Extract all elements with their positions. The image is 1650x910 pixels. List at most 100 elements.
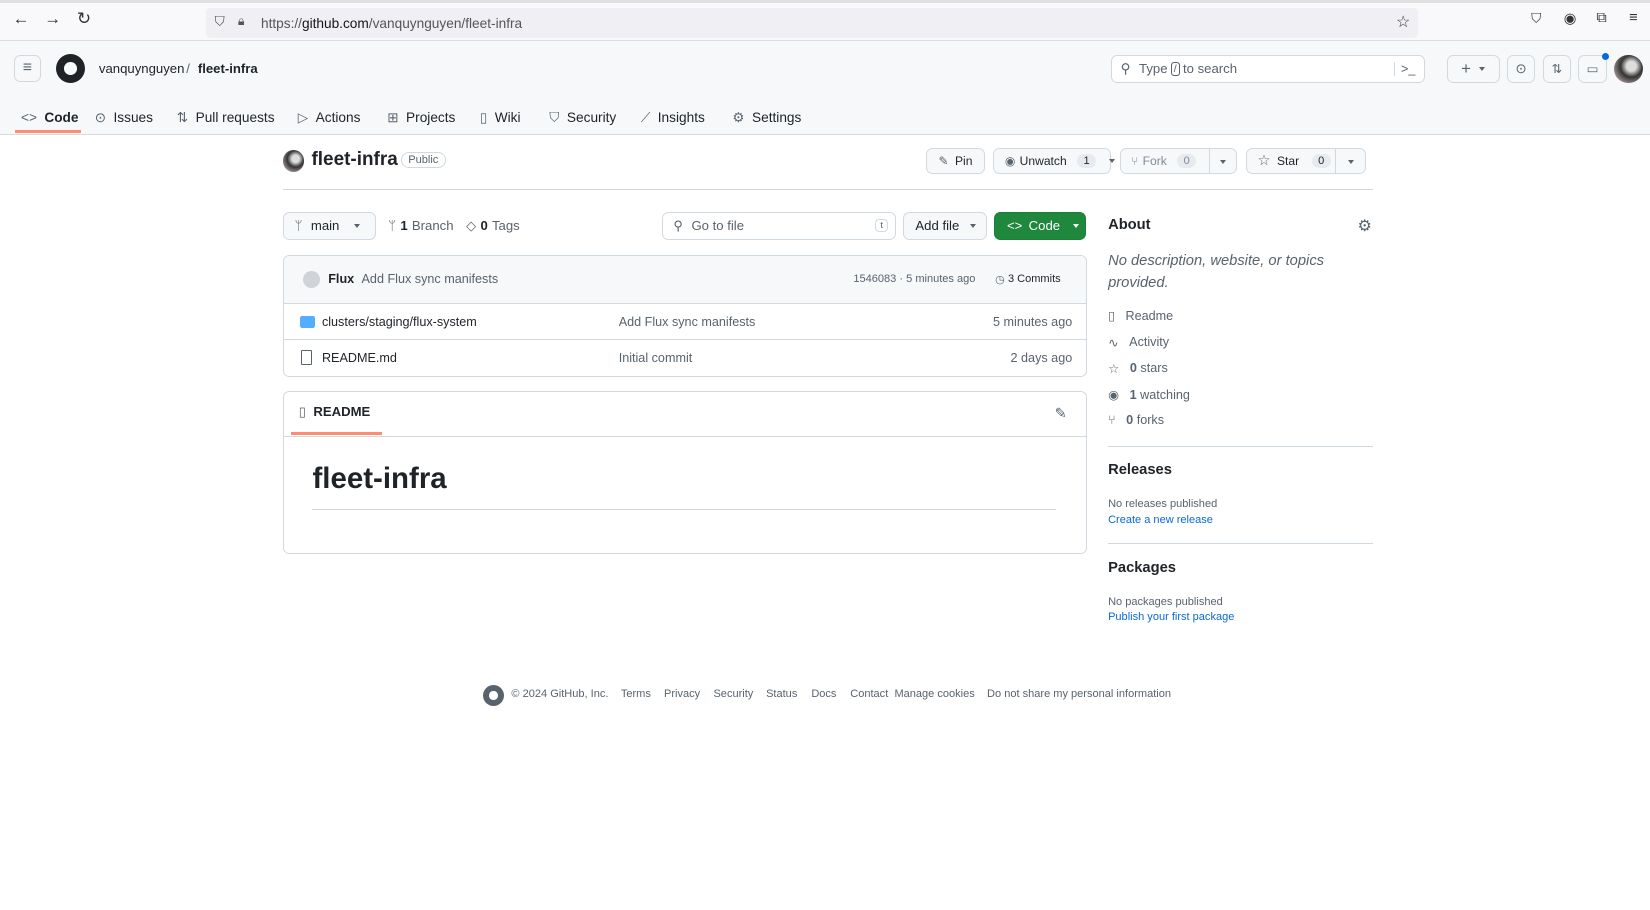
tag-count: 0 [480, 217, 488, 233]
caret-icon [1072, 223, 1079, 228]
github-logo-icon[interactable] [55, 53, 86, 84]
file-name[interactable]: clusters/staging/flux-system [322, 315, 477, 329]
back-icon[interactable]: ← [13, 9, 30, 29]
publish-package-link[interactable]: Publish your first package [1108, 611, 1234, 623]
gear-icon[interactable]: ⚙ [1357, 216, 1371, 236]
file-commit-message[interactable]: Initial commit [619, 351, 693, 365]
address-bar[interactable]: ⛉ 🔒︎ https://github.com/vanquynguyen/fle… [206, 8, 1419, 38]
history-icon: ◷ [995, 273, 1005, 286]
owner-avatar[interactable] [283, 150, 305, 172]
commit-sha-time[interactable]: 1546083 · 5 minutes ago [853, 273, 975, 285]
tab-projects[interactable]: ⊞ Projects [387, 102, 455, 134]
tab-label: Security [566, 110, 617, 126]
tab-security[interactable]: ⛉ Security [549, 102, 616, 134]
tab-insights[interactable]: ⟋ Insights [641, 102, 705, 134]
menu-icon[interactable]: ≡ [1629, 10, 1638, 26]
file-time: 2 days ago [1010, 350, 1073, 365]
footer-link-contact[interactable]: Contact [850, 688, 888, 700]
footer-link-security[interactable]: Security [713, 688, 753, 700]
releases-heading[interactable]: Releases [1108, 462, 1172, 478]
pin-button[interactable]: ✎ Pin [926, 148, 985, 174]
add-file-button[interactable]: Add file [902, 211, 988, 240]
tab-issues[interactable]: ⊙ Issues [95, 102, 153, 134]
branches-link[interactable]: ᛘ 1 Branch [388, 218, 453, 233]
fork-dropdown-caret[interactable] [1219, 159, 1226, 164]
commit-message[interactable]: Add Flux sync manifests [362, 272, 499, 286]
table-icon: ⊞ [387, 109, 399, 125]
tab-label: Issues [113, 110, 153, 126]
commits-link[interactable]: ◷ 3 Commits [995, 273, 1061, 286]
book-icon: ▯ [479, 109, 488, 125]
create-release-link[interactable]: Create a new release [1108, 514, 1213, 526]
file-icon [300, 350, 313, 365]
search-input[interactable]: ⚲ Type / to search >_ [1111, 54, 1425, 84]
account-icon[interactable]: ◉ [1564, 10, 1577, 27]
footer-link-status[interactable]: Status [766, 688, 797, 700]
pull-requests-button[interactable]: ⇅ [1542, 54, 1572, 84]
breadcrumb-owner[interactable]: vanquynguyen [99, 61, 185, 76]
fork-button[interactable]: ⑂ Fork 0 [1119, 148, 1238, 174]
footer-link-do-not-share[interactable]: Do not share my personal information [987, 688, 1171, 700]
readme-tab[interactable]: ▯ README [299, 404, 371, 420]
fork-label: Fork [1142, 153, 1167, 168]
file-row[interactable]: clusters/staging/flux-system Add Flux sy… [284, 303, 1086, 340]
bookmark-star-icon[interactable]: ☆ [1396, 12, 1410, 32]
file-row[interactable]: README.md Initial commit 2 days ago [284, 338, 1086, 376]
branch-name: main [310, 218, 340, 234]
forward-icon[interactable]: → [44, 9, 61, 29]
watching-label: watching [1140, 387, 1190, 402]
file-commit-message[interactable]: Add Flux sync manifests [619, 315, 756, 329]
tag-label: Tags [491, 217, 520, 233]
readme-link[interactable]: ▯ Readme [1108, 308, 1173, 324]
unwatch-button[interactable]: ◉ Unwatch 1 [993, 148, 1115, 174]
commit-author[interactable]: Flux [328, 272, 354, 286]
extensions-icon[interactable]: ⧉ [1596, 10, 1607, 26]
inbox-icon: ▭ [1586, 62, 1599, 77]
hamburger-menu-button[interactable]: ≡ [13, 54, 42, 83]
code-button[interactable]: <> Code [994, 211, 1086, 240]
pocket-icon[interactable]: ⛉ [1531, 11, 1541, 27]
forks-link[interactable]: ⑂ 0 forks [1108, 413, 1164, 427]
inbox-button[interactable]: ▭ [1578, 52, 1609, 84]
star-dropdown-caret[interactable] [1347, 159, 1354, 164]
fork-icon: ⑂ [1131, 153, 1139, 168]
repo-title[interactable]: fleet-infra [311, 149, 397, 171]
author-avatar[interactable] [303, 270, 320, 288]
create-new-button[interactable]: + [1446, 54, 1500, 84]
tab-code[interactable]: <> Code [21, 102, 78, 134]
lock-icon: 🔒︎ [237, 13, 245, 28]
visibility-badge: Public [400, 151, 446, 168]
footer-link-manage-cookies[interactable]: Manage cookies [894, 688, 974, 700]
footer-link-terms[interactable]: Terms [621, 688, 651, 700]
activity-link[interactable]: ∿ Activity [1108, 335, 1169, 350]
github-footer-logo-icon[interactable] [483, 685, 505, 707]
watching-link[interactable]: ◉ 1 watching [1108, 387, 1190, 403]
pull-request-icon: ⇅ [176, 109, 189, 125]
breadcrumb-repo[interactable]: fleet-infra [198, 61, 258, 76]
watching-count: 1 [1129, 387, 1137, 402]
packages-heading[interactable]: Packages [1108, 560, 1176, 576]
tab-wiki[interactable]: ▯ Wiki [480, 102, 521, 134]
tab-label: Settings [752, 110, 802, 126]
footer-link-privacy[interactable]: Privacy [664, 688, 700, 700]
tags-link[interactable]: ◇ 0 Tags [466, 218, 520, 234]
divider [283, 189, 1374, 191]
file-name[interactable]: README.md [322, 351, 397, 365]
readme-panel: ▯ README ✎ fleet-infra [283, 391, 1087, 555]
edit-pencil-icon[interactable]: ✎ [1055, 405, 1067, 422]
tab-pull-requests[interactable]: ⇅ Pull requests [177, 102, 275, 134]
unwatch-label: Unwatch [1019, 153, 1067, 168]
tab-settings[interactable]: ⚙ Settings [732, 102, 801, 134]
fork-count: 0 [1177, 153, 1197, 169]
tab-actions[interactable]: ▷ Actions [298, 102, 361, 134]
branch-selector[interactable]: ᛘ main [283, 211, 376, 240]
command-palette-icon[interactable]: >_ [1393, 61, 1415, 76]
go-to-file-input[interactable]: ⚲ Go to file t [661, 211, 896, 240]
avatar[interactable] [1614, 54, 1643, 84]
reload-icon[interactable]: ↻ [77, 8, 91, 29]
pin-label: Pin [954, 153, 973, 168]
footer-link-docs[interactable]: Docs [811, 688, 836, 700]
stars-link[interactable]: ☆ 0 stars [1108, 361, 1168, 376]
star-button[interactable]: ☆ Star 0 [1245, 148, 1366, 174]
issues-button[interactable]: ⊙ [1506, 54, 1536, 84]
